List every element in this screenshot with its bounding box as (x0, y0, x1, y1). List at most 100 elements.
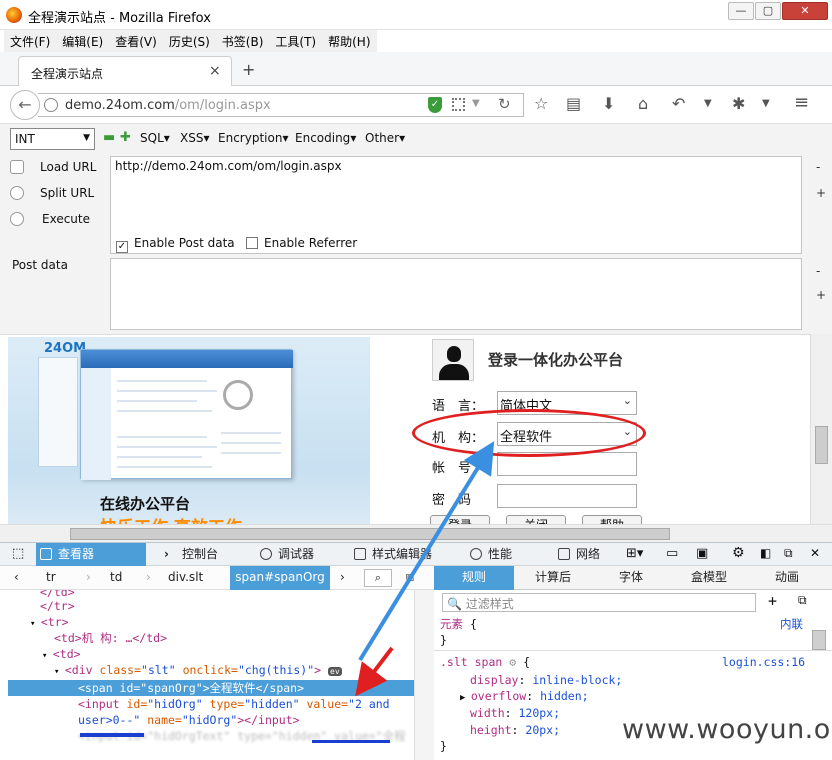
execute-button[interactable]: Execute (10, 210, 110, 230)
menu-encryption[interactable]: Encryption▾ (218, 131, 288, 145)
download-icon[interactable]: ⬇ (602, 94, 615, 113)
undock-icon[interactable]: ⧉ (784, 546, 793, 561)
back-button[interactable]: ← (10, 90, 40, 120)
markup-line[interactable]: user>0--" name="hidOrg"></input> (78, 712, 433, 728)
css-property[interactable]: height: 20px; (470, 722, 560, 738)
hamburger-menu-icon[interactable]: ≡ (794, 92, 809, 113)
markup-line[interactable]: </tr> (40, 599, 75, 613)
add-node-icon[interactable]: ⧉ (406, 566, 414, 590)
tab-fonts[interactable]: 字体 (598, 566, 664, 590)
breadcrumb-back-icon[interactable]: ‹ (14, 566, 19, 590)
markup-line[interactable]: ▾ <div class="slt" onclick="chg(this)"> … (54, 662, 433, 678)
tab-rules[interactable]: 规则 (434, 566, 514, 590)
menu-other[interactable]: Other▾ (365, 131, 405, 145)
menu-file[interactable]: 文件(F) (4, 30, 57, 52)
menu-edit[interactable]: 编辑(E) (56, 30, 110, 52)
split-url-button[interactable]: Split URL (10, 184, 110, 204)
split-console-icon[interactable]: ⊞▾ (626, 546, 643, 561)
tab-style-editor[interactable]: 样式编辑器 (350, 543, 432, 566)
tab-network[interactable]: 网络 (554, 543, 600, 566)
menu-encoding[interactable]: Encoding▾ (295, 131, 356, 145)
post-data-textarea[interactable] (110, 258, 802, 330)
rule-source-link[interactable]: login.css:16 (722, 654, 805, 670)
page-vertical-scrollbar[interactable] (810, 334, 832, 524)
tab-inspector[interactable]: 查看器 (36, 543, 146, 566)
markup-line-selected[interactable]: <span id="spanOrg">全程软件</span> (8, 680, 414, 696)
chevron-down-icon[interactable]: ▼ (704, 98, 712, 109)
breadcrumb-forward-icon[interactable]: › (340, 566, 345, 590)
markup-line[interactable]: <input id="hidOrg" type="hidden" value="… (78, 696, 433, 712)
tab-debugger[interactable]: 调试器 (256, 543, 314, 566)
shield-icon[interactable]: ✓ (428, 97, 442, 113)
reload-icon[interactable]: ↻ (498, 96, 511, 112)
close-devtools-icon[interactable]: ✕ (810, 546, 820, 560)
load-url-button[interactable]: Load URL (10, 158, 110, 178)
search-icon[interactable]: ⌕ (364, 569, 392, 587)
markup-scrollbar[interactable] (414, 590, 434, 760)
shrink-url-button[interactable]: - (816, 160, 820, 174)
page-horizontal-scrollbar[interactable] (0, 524, 832, 542)
chevron-down-icon[interactable]: ▼ (762, 98, 770, 109)
markup-view[interactable]: </td> </tr> ▾ <tr> <td>机 构: …</td> ▾ <td… (0, 590, 434, 760)
int-select[interactable]: INT ▼ (10, 128, 95, 150)
undo-icon[interactable]: ↶ (672, 94, 685, 113)
bug-icon[interactable]: ✱ (732, 94, 745, 113)
tab-close-icon[interactable]: × (209, 63, 221, 79)
css-property[interactable]: ▶ overflow: hidden; (460, 688, 589, 704)
browser-tab[interactable]: 全程演示站点 × (18, 56, 232, 87)
home-icon[interactable]: ⌂ (638, 94, 648, 113)
menu-help[interactable]: 帮助(H) (322, 30, 377, 52)
navigation-bar: demo.24om.com/om/login.aspx ✓ ▼ ↻ ← ☆ ▤ … (0, 86, 832, 124)
dock-side-icon[interactable]: ◧ (760, 546, 771, 560)
url-bar[interactable]: demo.24om.com/om/login.aspx ✓ ▼ ↻ (38, 93, 524, 117)
qr-code-icon[interactable] (452, 98, 465, 111)
css-property[interactable]: display: inline-block; (470, 672, 622, 688)
tab-computed[interactable]: 计算后 (520, 566, 586, 590)
menu-history[interactable]: 历史(S) (162, 30, 216, 52)
filter-styles-input[interactable]: 🔍 过滤样式 (442, 593, 756, 612)
markup-line[interactable]: ▾ <td> (42, 646, 433, 662)
pick-element-icon[interactable]: ⬚ (12, 546, 24, 561)
shrink-post-button[interactable]: - (816, 264, 820, 278)
breadcrumb-td[interactable]: td (110, 566, 122, 590)
hackbar-panel: INT ▼ ▬ ✚ SQL▾ XSS▾ Encryption▾ Encoding▾… (0, 124, 832, 334)
screenshot-icon[interactable]: ▣ (696, 546, 708, 561)
minimize-button[interactable]: — (728, 2, 754, 20)
enable-referrer-checkbox[interactable]: Enable Referrer (246, 236, 357, 250)
toggle-pseudo-icon[interactable]: ⧉ (798, 593, 807, 608)
rules-scrollbar[interactable] (812, 630, 826, 650)
password-input[interactable] (497, 484, 637, 508)
gear-icon[interactable]: ⚙ (732, 545, 745, 561)
dropdown-arrow-icon[interactable]: ▼ (472, 98, 480, 109)
markup-line[interactable]: ▾ <tr> (30, 614, 433, 630)
minus-icon[interactable]: ▬ (103, 130, 115, 145)
menu-sql[interactable]: SQL▾ (140, 131, 170, 145)
app-sidebar-image (38, 357, 78, 467)
menu-view[interactable]: 查看(V) (109, 30, 163, 52)
breadcrumb-span[interactable]: span#spanOrg (230, 566, 330, 590)
enable-post-checkbox[interactable]: ✓ Enable Post data (116, 236, 235, 253)
expand-url-button[interactable]: + (816, 186, 826, 200)
menu-tools[interactable]: 工具(T) (269, 30, 323, 52)
new-tab-button[interactable]: + (242, 60, 255, 79)
menu-bookmarks[interactable]: 书签(B) (215, 30, 270, 52)
responsive-icon[interactable]: ▭ (666, 546, 678, 561)
plus-icon[interactable]: ✚ (120, 130, 131, 145)
element-rule-label: 元素 (440, 617, 463, 631)
breadcrumb-tr[interactable]: tr (46, 566, 56, 590)
expand-post-button[interactable]: + (816, 288, 826, 302)
menu-xss[interactable]: XSS▾ (180, 131, 210, 145)
bookmark-star-icon[interactable]: ☆ (534, 94, 548, 113)
css-property[interactable]: width: 120px; (470, 705, 560, 721)
maximize-button[interactable]: ▢ (755, 2, 781, 20)
reading-list-icon[interactable]: ▤ (566, 94, 581, 113)
tab-animations[interactable]: 动画 (754, 566, 820, 590)
close-window-button[interactable]: ✕ (782, 2, 828, 20)
breadcrumb-div[interactable]: div.slt (168, 566, 203, 590)
add-rule-icon[interactable]: + (768, 592, 777, 610)
markup-line[interactable]: <td>机 构: …</td> (54, 630, 433, 646)
tab-console[interactable]: › 控制台 (160, 543, 218, 566)
tab-box-model[interactable]: 盒模型 (676, 566, 742, 590)
tab-performance[interactable]: 性能 (466, 543, 512, 566)
inline-source-link[interactable]: 内联 (780, 616, 803, 632)
